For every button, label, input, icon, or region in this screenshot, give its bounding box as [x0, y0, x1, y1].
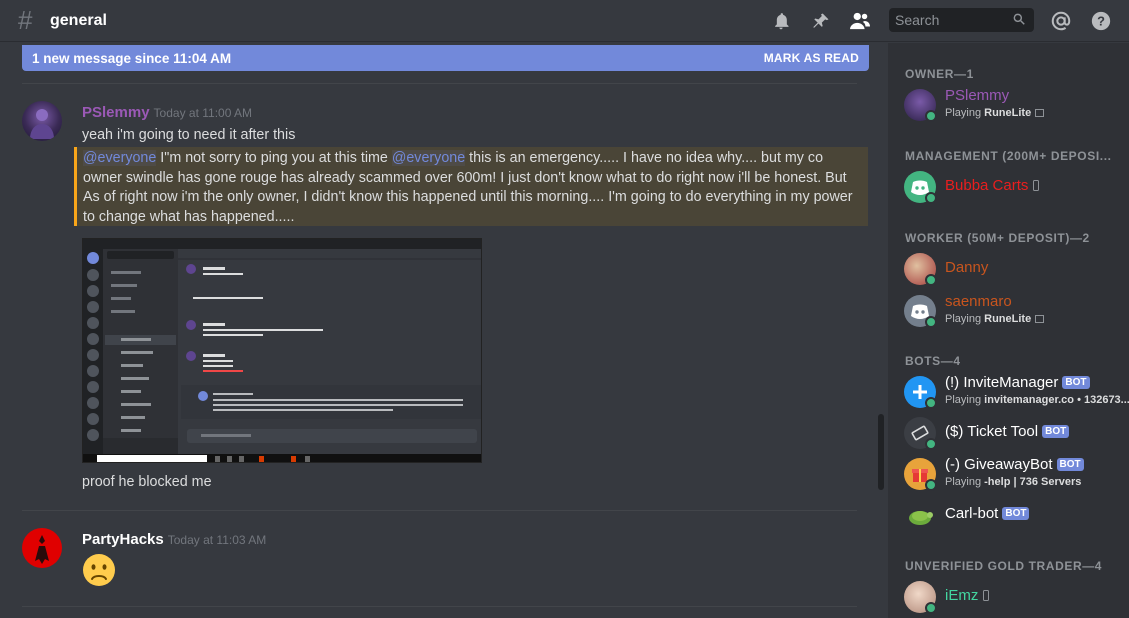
game-icon — [1035, 315, 1045, 323]
status-online-indicator — [925, 479, 937, 491]
member-group-header: MANAGEMENT (200M+ DEPOSI... — [905, 149, 1112, 163]
mention-message: @everyone I"m not sorry to ping you at t… — [74, 147, 868, 226]
channel-name: general — [50, 11, 107, 29]
member-name: ($) Ticket Tool BOT — [945, 423, 1070, 440]
help-icon[interactable]: ? — [1090, 10, 1112, 32]
member-item[interactable]: Carl-bot BOT — [904, 495, 1129, 535]
divider — [22, 606, 857, 607]
channel-header: # general Search ? — [0, 0, 1129, 42]
member-activity: Playing RuneLite — [945, 107, 1045, 119]
turtle-icon — [904, 499, 936, 531]
member-group-header: OWNER—1 — [905, 67, 974, 81]
member-group-header: WORKER (50M+ DEPOSIT)—2 — [905, 231, 1090, 245]
message-timestamp: Today at 11:00 AM — [153, 106, 253, 120]
member-item[interactable]: saenmaro Playing RuneLite — [904, 291, 1129, 331]
member-group-header: BOTS—4 — [905, 354, 961, 368]
status-online-indicator — [925, 316, 937, 328]
divider — [22, 83, 857, 84]
message-timestamp: Today at 11:03 AM — [167, 533, 267, 547]
bot-badge: BOT — [1056, 458, 1084, 471]
bell-icon[interactable] — [770, 10, 792, 32]
bot-badge: BOT — [1062, 376, 1090, 389]
member-list: OWNER—1 PSlemmy Playing RuneLite MANAGEM… — [888, 43, 1129, 618]
new-messages-text: 1 new message since 11:04 AM — [32, 50, 232, 66]
bot-badge: BOT — [1042, 425, 1070, 438]
member-group-header: UNVERIFIED GOLD TRADER—4 — [905, 559, 1103, 573]
message-author[interactable]: PSlemmy Today at 11:00 AM — [82, 104, 252, 121]
avatar[interactable] — [22, 528, 62, 568]
status-online-indicator — [925, 397, 937, 409]
everyone-mention[interactable]: @everyone — [391, 150, 466, 166]
mobile-icon — [983, 590, 990, 601]
member-item[interactable]: ($) Ticket Tool BOT — [904, 413, 1129, 453]
member-activity: Playing invitemanager.co • 132673... — [945, 394, 1129, 406]
member-item[interactable]: (!) InviteManager BOT Playing invitemanag… — [904, 372, 1129, 412]
message-author[interactable]: PartyHacks Today at 11:03 AM — [82, 531, 266, 548]
attached-screenshot[interactable] — [82, 238, 482, 463]
member-name: (-) GiveawayBot BOT — [945, 456, 1084, 473]
status-online-indicator — [925, 438, 937, 450]
status-online-indicator — [925, 192, 937, 204]
mobile-icon — [1033, 180, 1040, 191]
mark-as-read-button[interactable]: MARK AS READ — [764, 51, 859, 65]
svg-text:?: ? — [1097, 14, 1105, 29]
avatar[interactable] — [22, 101, 62, 141]
hashtag-icon: # — [18, 5, 33, 35]
member-name: Bubba Carts — [945, 177, 1040, 194]
message-text: yeah i'm going to need it after this — [82, 127, 296, 143]
member-item[interactable]: PSlemmy Playing RuneLite — [904, 85, 1129, 125]
status-online-indicator — [925, 110, 937, 122]
status-online-indicator — [925, 602, 937, 614]
status-online-indicator — [925, 274, 937, 286]
member-activity: Playing -help | 736 Servers — [945, 476, 1082, 488]
scrollbar[interactable] — [878, 414, 884, 490]
bot-badge: BOT — [1002, 507, 1030, 520]
divider — [22, 510, 857, 511]
member-activity: Playing RuneLite — [945, 313, 1045, 325]
game-icon — [1035, 109, 1045, 117]
member-item[interactable]: Danny — [904, 249, 1129, 289]
member-name: Carl-bot BOT — [945, 505, 1030, 522]
search-icon — [1012, 12, 1026, 29]
member-name: (!) InviteManager BOT — [945, 374, 1090, 391]
members-icon[interactable] — [849, 10, 871, 32]
search-input[interactable]: Search — [889, 8, 1034, 32]
mention-icon[interactable] — [1050, 10, 1072, 32]
worried-face-emoji[interactable] — [82, 553, 116, 587]
message-text: proof he blocked me — [82, 474, 212, 490]
member-item[interactable]: (-) GiveawayBot BOT Playing -help | 736 S… — [904, 454, 1129, 494]
pin-icon[interactable] — [810, 10, 832, 32]
member-name: iEmz — [945, 587, 990, 604]
member-item[interactable]: iEmz — [904, 577, 1129, 617]
everyone-mention[interactable]: @everyone — [83, 150, 157, 166]
member-item[interactable]: Bubba Carts — [904, 167, 1129, 207]
new-messages-bar[interactable]: 1 new message since 11:04 AM MARK AS REA… — [22, 45, 869, 71]
message-list[interactable]: 1 new message since 11:04 AM MARK AS REA… — [0, 43, 888, 618]
